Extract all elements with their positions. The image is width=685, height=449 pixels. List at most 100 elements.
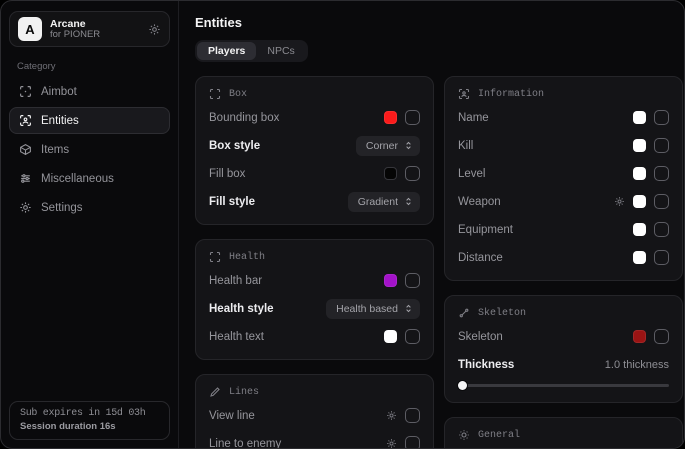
setting-label: Equipment xyxy=(458,224,633,236)
gear-icon[interactable] xyxy=(614,196,625,207)
sidebar-item-miscellaneous[interactable]: Miscellaneous xyxy=(9,165,170,192)
setting-label: Fill box xyxy=(209,168,384,180)
setting-row: View line xyxy=(209,405,420,426)
sun-icon xyxy=(458,429,470,441)
sidebar-item-items[interactable]: Items xyxy=(9,136,170,163)
sidebar-item-aimbot[interactable]: Aimbot xyxy=(9,78,170,105)
chevrons-up-down-icon xyxy=(404,197,413,206)
information-section: Information Name Kill xyxy=(444,76,683,281)
session-duration-text: Session duration 16s xyxy=(20,421,159,432)
scan-heart-icon xyxy=(209,251,221,263)
setting-row: Box style Corner xyxy=(209,135,420,156)
setting-row: Fill style Gradient xyxy=(209,191,420,212)
level-checkbox[interactable] xyxy=(654,166,669,181)
setting-row: Bounding box xyxy=(209,107,420,128)
distance-checkbox[interactable] xyxy=(654,250,669,265)
entity-tabs: Players NPCs xyxy=(195,40,308,62)
brand-card: A Arcane for PIONER xyxy=(9,11,170,47)
chevrons-up-down-icon xyxy=(404,141,413,150)
package-icon xyxy=(19,143,32,156)
color-swatch[interactable] xyxy=(633,223,646,236)
setting-row: Fill box xyxy=(209,163,420,184)
sidebar-item-settings[interactable]: Settings xyxy=(9,194,170,221)
color-swatch[interactable] xyxy=(633,251,646,264)
section-title: Lines xyxy=(229,387,259,398)
section-title: Information xyxy=(478,89,544,100)
category-label: Category xyxy=(17,61,170,72)
setting-label: Weapon xyxy=(458,196,614,208)
line-to-enemy-checkbox[interactable] xyxy=(405,436,420,449)
setting-row: Health bar xyxy=(209,270,420,291)
setting-label: Health bar xyxy=(209,275,384,287)
gear-icon[interactable] xyxy=(386,410,397,421)
sidebar-item-label: Miscellaneous xyxy=(41,173,114,185)
setting-row: Kill xyxy=(458,135,669,156)
setting-row: Distance xyxy=(458,247,669,268)
chevrons-up-down-icon xyxy=(404,304,413,313)
health-bar-checkbox[interactable] xyxy=(405,273,420,288)
weapon-checkbox[interactable] xyxy=(654,194,669,209)
fill-style-dropdown[interactable]: Gradient xyxy=(348,192,420,212)
color-swatch[interactable] xyxy=(633,111,646,124)
app-name: Arcane xyxy=(50,18,140,30)
box-section: Box Bounding box Box style Corne xyxy=(195,76,434,225)
bounding-box-checkbox[interactable] xyxy=(405,110,420,125)
thickness-value: 1.0 thickness xyxy=(605,359,669,371)
gear-icon[interactable] xyxy=(148,23,161,36)
color-swatch[interactable] xyxy=(633,195,646,208)
name-checkbox[interactable] xyxy=(654,110,669,125)
setting-label: Thickness xyxy=(458,359,605,371)
page-title: Entities xyxy=(195,15,683,30)
app-subtitle: for PIONER xyxy=(50,30,140,41)
user-scan-icon xyxy=(458,88,470,100)
setting-row: Skeleton xyxy=(458,326,669,347)
setting-label: Line to enemy xyxy=(209,438,386,449)
subscription-info-card: Sub expires in 15d 03h Session duration … xyxy=(9,401,170,440)
sub-expiry-text: Sub expires in 15d 03h xyxy=(20,408,159,419)
sidebar-item-label: Items xyxy=(41,144,69,156)
setting-row: Line to enemy xyxy=(209,433,420,449)
fill-box-checkbox[interactable] xyxy=(405,166,420,181)
color-swatch[interactable] xyxy=(384,274,397,287)
lines-section: Lines View line Line to enemy xyxy=(195,374,434,449)
gear-icon xyxy=(19,201,32,214)
sidebar-item-label: Settings xyxy=(41,202,83,214)
slider-thumb[interactable] xyxy=(458,381,467,390)
tab-npcs[interactable]: NPCs xyxy=(256,42,305,60)
sliders-icon xyxy=(19,172,32,185)
color-swatch[interactable] xyxy=(384,330,397,343)
health-text-checkbox[interactable] xyxy=(405,329,420,344)
health-style-dropdown[interactable]: Health based xyxy=(326,299,420,319)
setting-row: Equipment xyxy=(458,219,669,240)
main-panel: Entities Players NPCs Box Bounding box xyxy=(179,1,685,448)
color-swatch[interactable] xyxy=(633,167,646,180)
sidebar-item-entities[interactable]: Entities xyxy=(9,107,170,134)
crosshair-scan-icon xyxy=(19,85,32,98)
view-line-checkbox[interactable] xyxy=(405,408,420,423)
setting-label: Level xyxy=(458,168,633,180)
general-section: General Visibility check Max distance xyxy=(444,417,683,449)
thickness-slider[interactable] xyxy=(458,381,669,390)
skeleton-checkbox[interactable] xyxy=(654,329,669,344)
tab-players[interactable]: Players xyxy=(197,42,256,60)
sidebar-item-label: Entities xyxy=(41,115,79,127)
entity-scan-icon xyxy=(19,114,32,127)
app-logo: A xyxy=(18,17,42,41)
color-swatch[interactable] xyxy=(384,111,397,124)
setting-label: View line xyxy=(209,410,386,422)
setting-row: Health text xyxy=(209,326,420,347)
health-section: Health Health bar Health style H xyxy=(195,239,434,360)
color-swatch[interactable] xyxy=(384,167,397,180)
color-swatch[interactable] xyxy=(633,330,646,343)
box-style-dropdown[interactable]: Corner xyxy=(356,136,420,156)
kill-checkbox[interactable] xyxy=(654,138,669,153)
setting-row: Health style Health based xyxy=(209,298,420,319)
color-swatch[interactable] xyxy=(633,139,646,152)
gear-icon[interactable] xyxy=(386,438,397,449)
scan-box-icon xyxy=(209,88,221,100)
setting-label: Box style xyxy=(209,140,356,152)
sidebar: A Arcane for PIONER Category Aimbot xyxy=(1,1,179,448)
equipment-checkbox[interactable] xyxy=(654,222,669,237)
setting-label: Skeleton xyxy=(458,331,633,343)
section-title: General xyxy=(478,430,520,441)
